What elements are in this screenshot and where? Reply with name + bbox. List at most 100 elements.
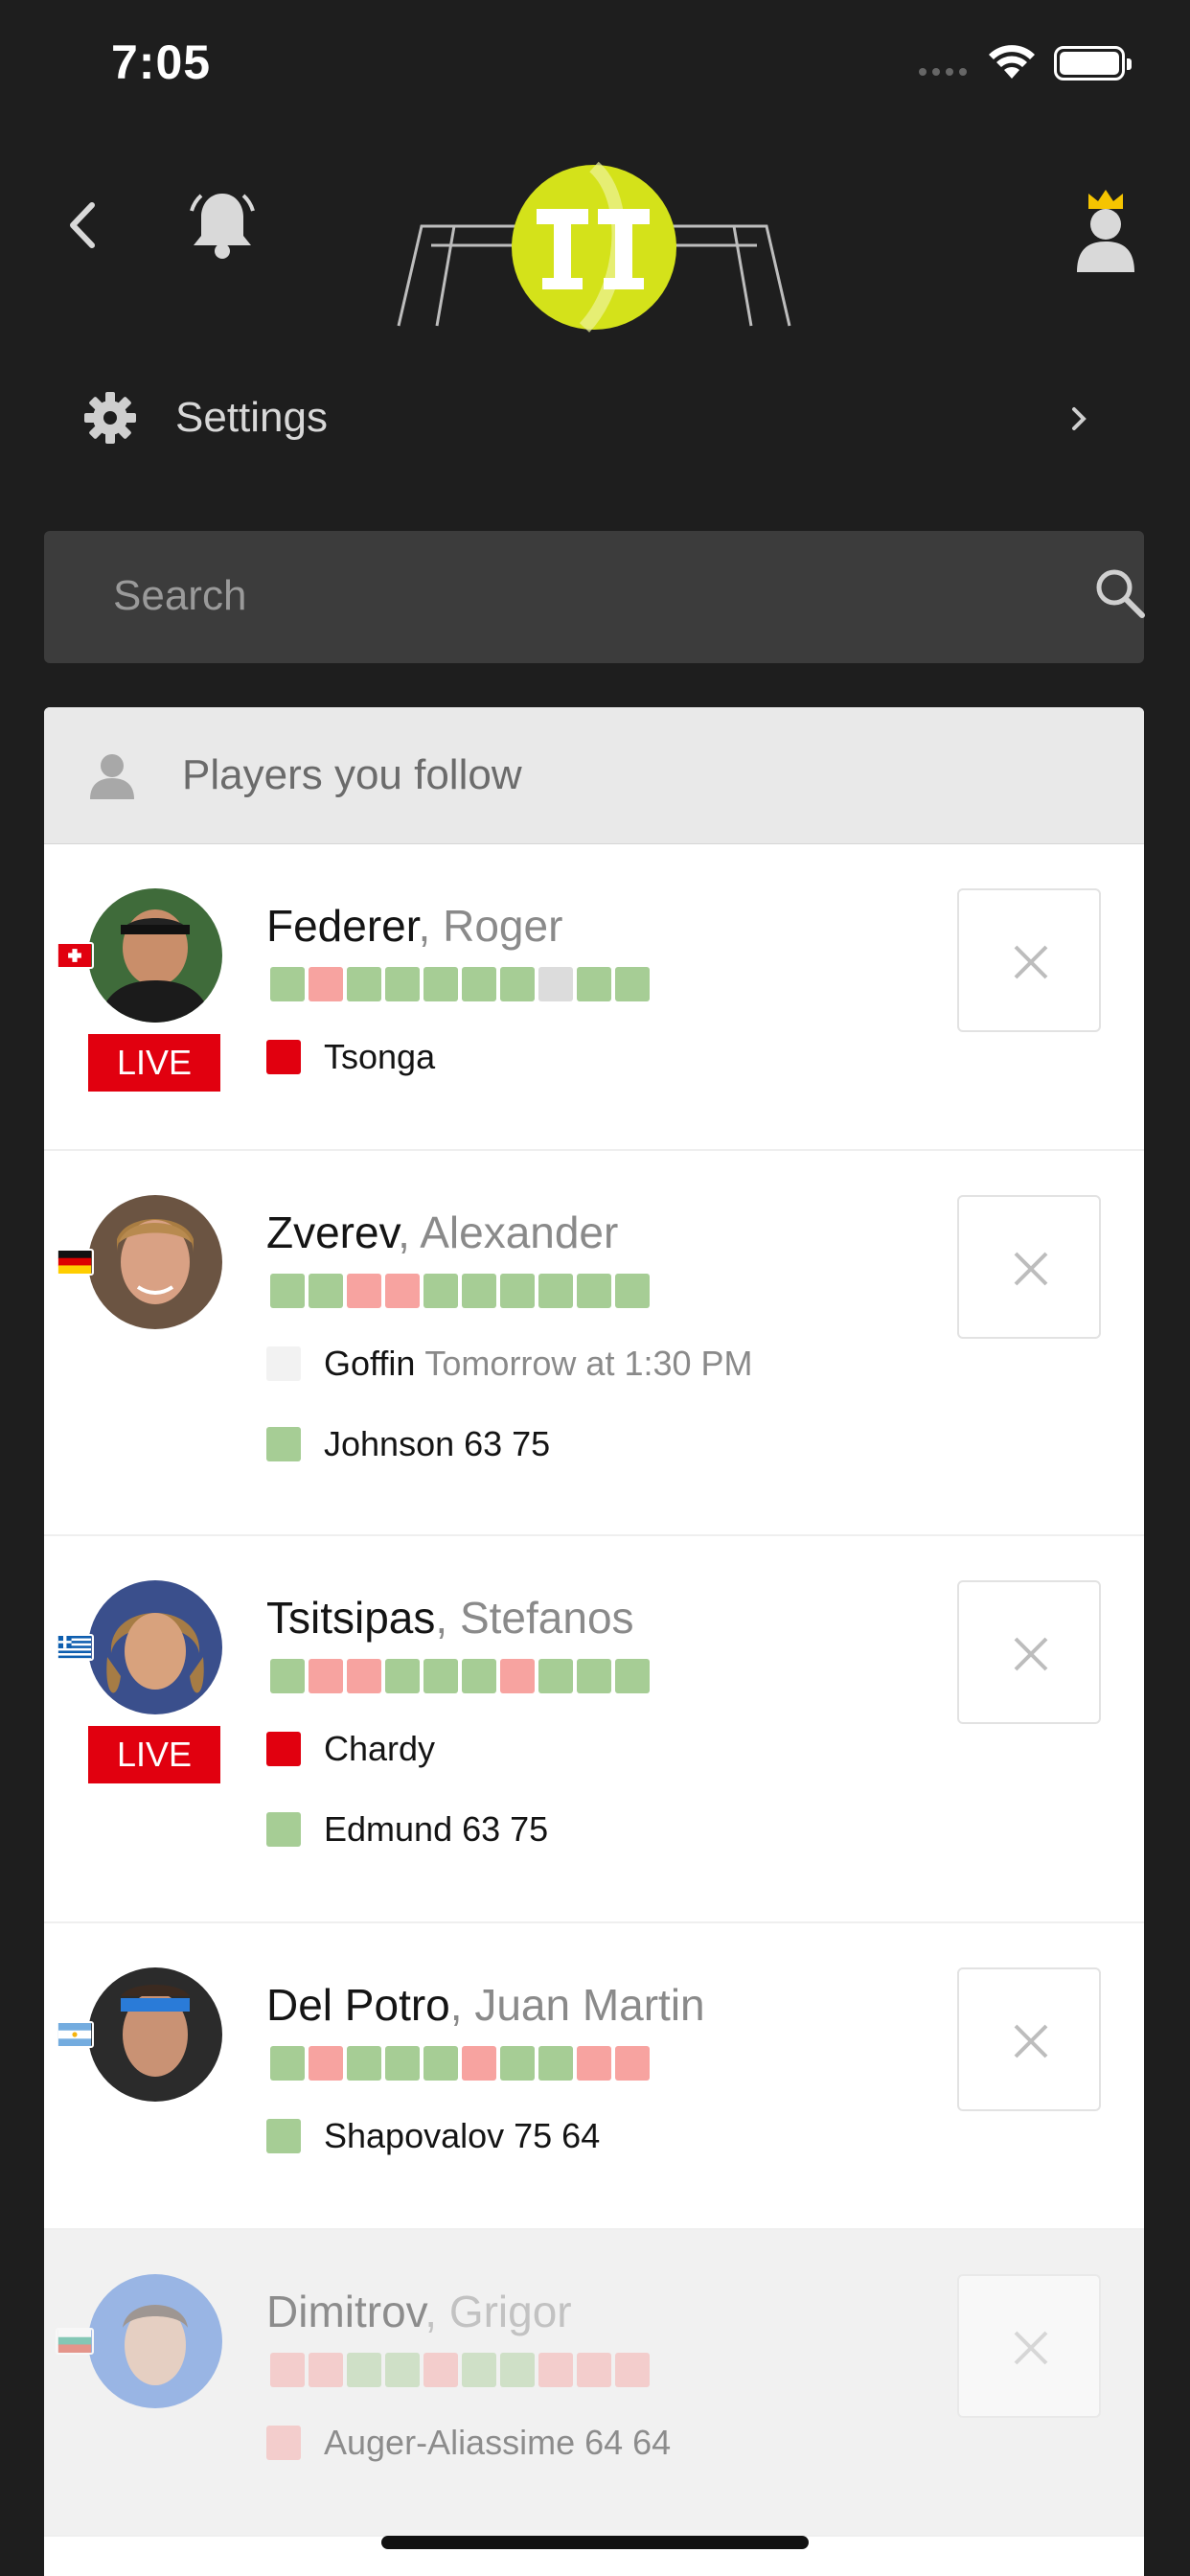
close-icon xyxy=(1014,1637,1048,1671)
player-avatar xyxy=(88,2274,222,2408)
result-win xyxy=(270,1274,305,1308)
result-win xyxy=(615,1274,650,1308)
player-name: Zverev, Alexander xyxy=(266,1207,618,1258)
player-last-name: Tsitsipas xyxy=(266,1593,436,1643)
match-result: Edmund 63 75 xyxy=(324,1809,549,1849)
player-row-federer[interactable]: LIVE Federer, Roger Tsonga xyxy=(44,844,1144,1151)
result-win xyxy=(500,2353,535,2387)
player-last-name: Zverev xyxy=(266,1208,399,1257)
status-time: 7:05 xyxy=(111,35,212,89)
result-win xyxy=(423,1274,458,1308)
match-entry: Edmund 63 75 xyxy=(266,1806,548,1852)
close-icon xyxy=(1014,945,1048,979)
result-loss xyxy=(577,2353,611,2387)
match-opponent: Tsonga xyxy=(324,1037,436,1076)
match-result: Auger-Aliassime 64 64 xyxy=(324,2423,672,2462)
recent-results xyxy=(270,1274,650,1308)
player-avatar xyxy=(88,1195,222,1329)
wifi-icon xyxy=(989,45,1035,79)
person-icon xyxy=(90,754,134,799)
player-first-name: Juan Martin xyxy=(474,1980,705,2030)
recent-results xyxy=(270,967,650,1001)
back-chevron-icon[interactable] xyxy=(59,192,107,259)
player-avatar xyxy=(88,1967,222,2102)
close-icon xyxy=(1014,2331,1048,2365)
player-name-separator: , xyxy=(449,1980,475,2030)
chevron-right-icon xyxy=(1072,407,1087,430)
close-icon xyxy=(1014,2024,1048,2058)
player-name: Del Potro, Juan Martin xyxy=(266,1979,705,2031)
player-name: Dimitrov, Grigor xyxy=(266,2286,572,2337)
flag-argentina-icon xyxy=(56,2021,94,2048)
result-loss xyxy=(309,1659,343,1693)
result-win xyxy=(309,1274,343,1308)
result-win xyxy=(385,2046,420,2081)
player-first-name: Stefanos xyxy=(459,1593,634,1643)
player-row-del-potro[interactable]: Del Potro, Juan Martin Shapovalov 75 64 xyxy=(44,1923,1144,2230)
player-name-separator: , xyxy=(424,2287,449,2336)
player-name-separator: , xyxy=(418,901,444,951)
result-loss xyxy=(347,1659,381,1693)
settings-row[interactable]: Settings xyxy=(0,369,1190,465)
match-status-indicator xyxy=(266,1812,301,1847)
result-loss xyxy=(462,2046,496,2081)
bell-icon[interactable] xyxy=(182,184,263,264)
result-loss xyxy=(309,2353,343,2387)
search-input[interactable] xyxy=(113,567,975,625)
result-win xyxy=(500,967,535,1001)
player-row-tsitsipas[interactable]: LIVE Tsitsipas, Stefanos Chardy Edmund 6… xyxy=(44,1536,1144,1923)
result-loss xyxy=(615,2046,650,2081)
result-loss xyxy=(538,2353,573,2387)
match-status-indicator xyxy=(266,1427,301,1461)
tennis-app-logo[interactable] xyxy=(393,144,795,345)
unfollow-button[interactable] xyxy=(957,888,1101,1032)
live-badge: LIVE xyxy=(88,1034,220,1092)
player-first-name: Grigor xyxy=(448,2287,572,2336)
result-win xyxy=(462,1659,496,1693)
match-entry: Chardy xyxy=(266,1726,435,1772)
result-win xyxy=(538,1274,573,1308)
flag-germany-icon xyxy=(56,1249,94,1276)
search-icon[interactable] xyxy=(1092,565,1148,621)
player-avatar xyxy=(88,1580,222,1714)
result-win xyxy=(270,967,305,1001)
match-entry: Auger-Aliassime 64 64 xyxy=(266,2420,671,2466)
player-name: Federer, Roger xyxy=(266,900,562,952)
result-not-played xyxy=(538,967,573,1001)
result-win xyxy=(500,2046,535,2081)
search-bar[interactable] xyxy=(44,531,1145,663)
result-loss xyxy=(309,2046,343,2081)
gear-icon xyxy=(84,392,136,444)
result-loss xyxy=(270,2353,305,2387)
result-win xyxy=(462,2353,496,2387)
recent-results xyxy=(270,2353,650,2387)
match-result: Shapovalov 75 64 xyxy=(324,2116,601,2155)
result-win xyxy=(423,2046,458,2081)
top-nav xyxy=(0,125,1190,345)
result-win xyxy=(385,2353,420,2387)
match-status-indicator xyxy=(266,2426,301,2460)
result-win xyxy=(270,2046,305,2081)
player-last-name: Dimitrov xyxy=(266,2287,425,2336)
players-section-title: Players you follow xyxy=(182,751,522,798)
recent-results xyxy=(270,2046,650,2081)
flag-switzerland-icon xyxy=(56,942,94,969)
result-win xyxy=(347,2046,381,2081)
player-row-dimitrov[interactable]: Dimitrov, Grigor Auger-Aliassime 64 64 xyxy=(44,2230,1144,2537)
player-last-name: Federer xyxy=(266,901,419,951)
match-status-indicator xyxy=(266,1346,301,1381)
player-name-separator: , xyxy=(435,1593,460,1643)
result-win xyxy=(385,967,420,1001)
unfollow-button[interactable] xyxy=(957,1967,1101,2111)
unfollow-button[interactable] xyxy=(957,1580,1101,1724)
result-win xyxy=(462,1274,496,1308)
result-loss xyxy=(615,2353,650,2387)
home-indicator[interactable] xyxy=(381,2536,809,2549)
result-win xyxy=(615,967,650,1001)
result-win xyxy=(615,1659,650,1693)
unfollow-button[interactable] xyxy=(957,1195,1101,1339)
player-row-zverev[interactable]: Zverev, Alexander Goffin Tomorrow at 1:3… xyxy=(44,1151,1144,1536)
players-section-header: Players you follow xyxy=(44,707,1144,844)
crowned-user-icon[interactable] xyxy=(1069,182,1142,278)
unfollow-button[interactable] xyxy=(957,2274,1101,2418)
